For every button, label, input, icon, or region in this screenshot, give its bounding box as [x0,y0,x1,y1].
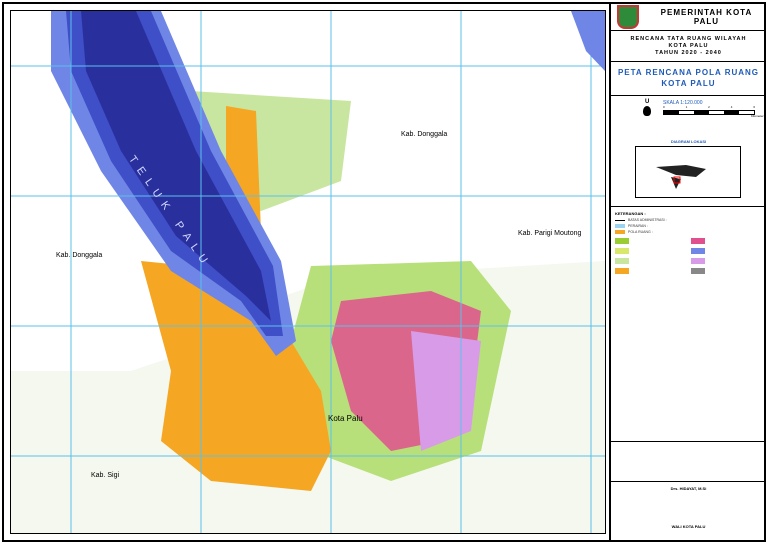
signature-name: Drs. HIDAYAT, M.Si [670,486,707,491]
plan-title-line: KOTA PALU [668,43,709,49]
scale-block: U SKALA 1:120.000 01246 Kilometer DIAGRA… [611,96,766,207]
inset-location-map [635,146,741,198]
map-title: KOTA PALU [661,79,716,88]
plan-title-block: RENCANA TATA RUANG WILAYAH KOTA PALU TAH… [611,31,766,62]
legend-title: KETERANGAN : [615,211,646,216]
signature-title: WALI KOTA PALU [671,524,706,529]
map-area[interactable]: T E L U K P A L U Kab. Donggala Kab. Don… [10,10,606,534]
legend-group: POLA RUANG : [615,230,762,234]
map-title: PETA RENCANA POLA RUANG [617,68,760,77]
header-title: PEMERINTAH KOTA PALU [660,8,753,26]
north-arrow-icon [643,106,651,116]
map-title-block: PETA RENCANA POLA RUANG KOTA PALU [611,62,766,96]
label-donggala-w: Kab. Donggala [56,252,103,259]
north-arrow-label: U [645,99,650,105]
land-use-map [11,11,605,533]
header-block: PEMERINTAH KOTA PALU [611,4,766,31]
notes-block [611,442,766,482]
city-logo-icon [617,5,639,29]
legend-group: PERAIRAN : [615,224,762,228]
label-sigi: Kab. Sigi [91,472,120,479]
label-kota-palu: Kota Palu [328,414,363,423]
plan-title-line: TAHUN 2020 - 2040 [655,50,722,56]
scale-unit: Kilometer [751,114,764,118]
label-parigi: Kab. Parigi Moutong [518,230,582,237]
legend-group: BATAS ADMINISTRASI : [615,218,762,222]
signature-block: Drs. HIDAYAT, M.Si WALI KOTA PALU [611,482,766,542]
label-donggala-ne: Kab. Donggala [401,131,448,138]
legend-panel: PEMERINTAH KOTA PALU RENCANA TATA RUANG … [609,4,766,540]
scale-ticks: 01246 [663,105,755,109]
legend-block: KETERANGAN : BATAS ADMINISTRASI : PERAIR… [611,207,766,442]
legend-swatches [615,238,762,274]
plan-title-line: RENCANA TATA RUANG WILAYAH [630,36,747,42]
inset-title: DIAGRAM LOKASI [670,139,707,144]
scale-bar [663,110,755,115]
